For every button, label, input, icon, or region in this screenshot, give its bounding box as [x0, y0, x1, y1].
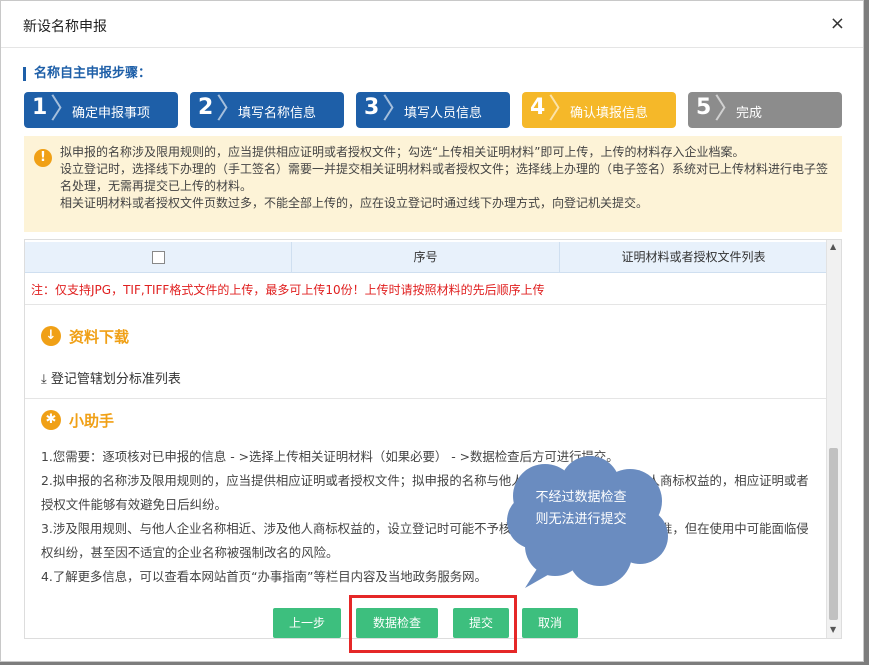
download-link[interactable]: ⤓ 登记管辖划分标准列表	[41, 368, 181, 387]
divider	[25, 304, 827, 305]
warning-icon: !	[34, 149, 52, 167]
step-5: 5 〉 完成	[688, 92, 842, 128]
callout-line: 则无法进行提交	[535, 512, 627, 527]
scroll-up-icon[interactable]: ▲	[830, 242, 836, 251]
select-all-cell	[25, 242, 292, 272]
helper-section-title: 小助手	[69, 412, 115, 430]
select-all-checkbox[interactable]	[151, 251, 165, 264]
attachment-table-header: 序号 证明材料或者授权文件列表	[25, 242, 827, 273]
step-label: 填写名称信息	[238, 106, 317, 121]
content-scroll-area[interactable]: 序号 证明材料或者授权文件列表 注：仅支持JPG，TIF,TIFF格式文件的上传…	[24, 239, 842, 639]
step-3: 3 〉 填写人员信息	[356, 92, 510, 128]
divider	[25, 398, 827, 399]
prev-step-button[interactable]: 上一步	[273, 608, 341, 638]
helper-text: 1.您需要：逐项核对已申报的信息 - >选择上传相关证明材料（如果必要） - >…	[41, 449, 809, 584]
step-progress: 1 〉 确定申报事项 2 〉 填写名称信息 3 〉 填写人员信息 4 〉 确认填…	[24, 92, 842, 128]
notice-line: 拟申报的名称涉及限用规则的，应当提供相应证明或者授权文件；勾选“上传相关证明材料…	[60, 145, 745, 159]
dialog-title: 新设名称申报	[23, 19, 107, 35]
scrollbar-thumb[interactable]	[829, 448, 838, 620]
callout-line: 不经过数据检查	[535, 490, 627, 505]
step-2: 2 〉 填写名称信息	[190, 92, 344, 128]
download-icon: ⤓	[41, 372, 47, 387]
notice-line: 设立登记时，选择线下办理的（手工签名）需要一并提交相关证明材料或者授权文件；选择…	[60, 162, 829, 193]
download-section-title: 资料下载	[69, 328, 130, 346]
upload-note: 注：仅支持JPG，TIF,TIFF格式文件的上传，最多可上传10份！上传时请按照…	[31, 283, 545, 297]
step-label: 完成	[736, 106, 763, 121]
step-number: 5	[696, 95, 712, 120]
close-icon[interactable]: ×	[830, 13, 845, 34]
step-label: 确认填报信息	[570, 106, 649, 121]
callout-text: 不经过数据检查 则无法进行提交	[521, 487, 641, 531]
step-1: 1 〉 确定申报事项	[24, 92, 178, 128]
download-link-label: 登记管辖划分标准列表	[50, 372, 181, 387]
step-number: 2	[198, 95, 214, 120]
notice-line: 相关证明材料或者授权文件页数过多，不能全部上传的，应在设立登记时通过线下办理方式…	[60, 196, 649, 210]
notice-box: ! 拟申报的名称涉及限用规则的，应当提供相应证明或者授权文件；勾选“上传相关证明…	[24, 136, 842, 232]
column-header-index: 序号	[292, 242, 560, 272]
lightbulb-icon: ✱	[41, 410, 61, 430]
steps-heading: 名称自主申报步骤：	[23, 67, 151, 81]
cancel-button[interactable]: 取消	[522, 608, 578, 638]
step-label: 确定申报事项	[72, 106, 151, 121]
dialog-titlebar: 新设名称申报 ×	[1, 1, 863, 48]
step-label: 填写人员信息	[404, 106, 483, 121]
step-number: 4	[530, 95, 546, 120]
column-header-files: 证明材料或者授权文件列表	[621, 250, 766, 264]
vertical-scrollbar[interactable]: ▲ ▼	[826, 240, 841, 638]
step-number: 1	[32, 95, 48, 120]
highlight-box	[349, 595, 517, 653]
name-declaration-dialog: 新设名称申报 × 名称自主申报步骤： 1 〉 确定申报事项 2 〉 填写名称信息…	[0, 0, 864, 662]
step-number: 3	[364, 95, 380, 120]
scroll-down-icon[interactable]: ▼	[830, 625, 836, 634]
step-4: 4 〉 确认填报信息	[522, 92, 676, 128]
download-circle-icon: ↓	[41, 326, 61, 346]
